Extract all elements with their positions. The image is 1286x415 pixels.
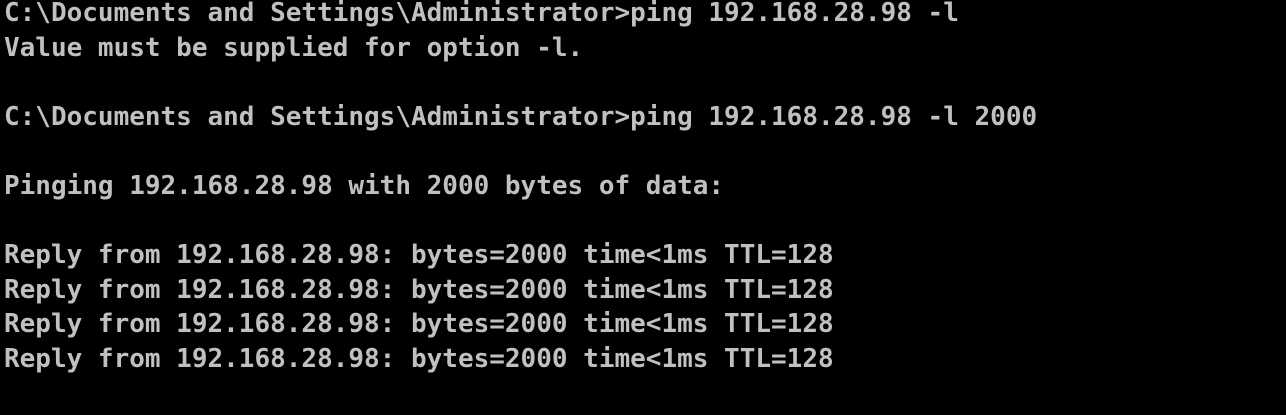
reply-line: Reply from 192.168.28.98: bytes=2000 tim… [4, 309, 834, 340]
reply-line: Reply from 192.168.28.98: bytes=2000 tim… [4, 343, 834, 374]
command-line-ping-2000: C:\Documents and Settings\Administrator>… [4, 101, 1038, 132]
error-message: Value must be supplied for option -l. [4, 32, 584, 63]
reply-line: Reply from 192.168.28.98: bytes=2000 tim… [4, 274, 834, 305]
pinging-header: Pinging 192.168.28.98 with 2000 bytes of… [4, 170, 725, 201]
reply-line: Reply from 192.168.28.98: bytes=2000 tim… [4, 240, 834, 271]
console-window[interactable]: C:\Documents and Settings\Administrator>… [0, 0, 1286, 415]
